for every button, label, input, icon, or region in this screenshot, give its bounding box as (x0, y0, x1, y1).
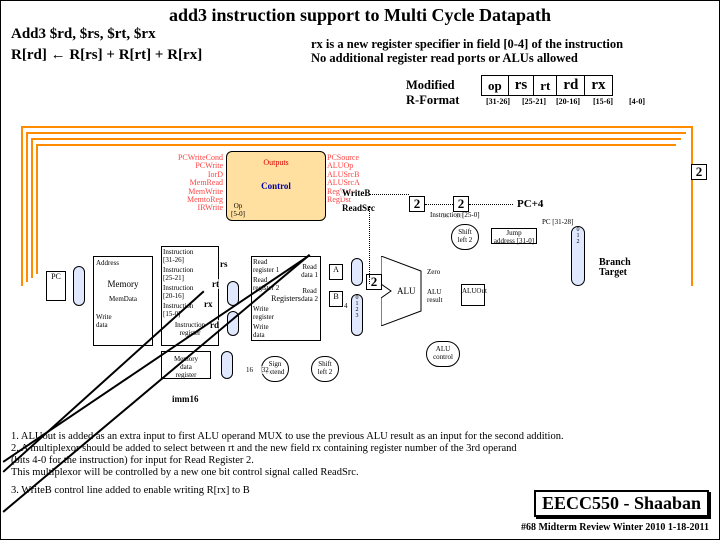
fmt-rx: rx (585, 76, 612, 96)
rx-note-line2: No additional register read ports or ALU… (311, 51, 578, 65)
mux-pcsrc: 012 (571, 226, 585, 286)
datapath-diagram: PCWriteCond PCWrite IorD MemRead MemWrit… (11, 116, 711, 421)
badge-2c: 2 (691, 164, 707, 180)
memory-box: Address Memory MemData Writedata (93, 256, 153, 346)
format-bits: [31-26] [25-21] [20-16] [15-6] [4-0] (481, 97, 651, 106)
fmt-rt: rt (534, 76, 557, 96)
a-reg: A (329, 264, 343, 280)
ctrl-left: PCWriteCond PCWrite IorD MemRead MemWrit… (171, 154, 223, 213)
modified-rformat-label: ModifiedR-Format (406, 78, 459, 108)
writeb-label: WriteB (341, 188, 371, 198)
pc-box: PC (46, 271, 66, 301)
fmt-rd: rd (557, 76, 585, 96)
fmt-rs: rs (508, 76, 534, 96)
aluout-box: ALUOut (461, 284, 485, 306)
mux-alusrcA (351, 258, 363, 286)
fmt-op: op (482, 76, 509, 96)
shl2a: Shiftleft 2 (311, 356, 339, 382)
shl2b: Shiftleft 2 (451, 224, 479, 250)
ir-box: Instruction[31-26] Instruction[25-21] In… (161, 246, 219, 346)
readsrc-label: ReadSrc (341, 203, 376, 213)
footer-notes: 1. ALUout is added as an extra input to … (11, 431, 711, 497)
b-reg: B (329, 291, 343, 307)
page-title: add3 instruction support to Multi Cycle … (1, 1, 719, 26)
format-table: op rs rt rd rx (481, 75, 613, 96)
mux1 (73, 266, 85, 306)
rs-label: rs (219, 259, 229, 269)
badge-2a: 2 (409, 196, 425, 212)
rx-note-line1: rx is a new register specifier in field … (311, 37, 623, 51)
footer-ref: #68 Midterm Review Winter 2010 1-18-2011 (521, 522, 709, 533)
svg-text:ALU: ALU (397, 286, 416, 296)
badge-2b: 2 (453, 196, 469, 212)
course-box: EECC550 - Shaaban (534, 490, 709, 517)
imm16-label: imm16 (171, 394, 200, 404)
jumpaddr: Jumpaddress [31-0] (491, 228, 537, 244)
rt-label: rt (211, 279, 220, 289)
mux-alusrcB: 0123 (351, 294, 363, 336)
rx-label: rx (203, 299, 214, 309)
rx-note: rx is a new register specifier in field … (311, 37, 711, 66)
branch-target-label: BranchTarget (598, 258, 632, 278)
aluctrl: ALUcontrol (426, 341, 460, 367)
mux-wdata (221, 351, 233, 379)
pc4-label: PC+4 (516, 198, 544, 210)
mdr-box: Memorydataregister (161, 351, 211, 379)
alu-shape: ALU (381, 256, 431, 326)
